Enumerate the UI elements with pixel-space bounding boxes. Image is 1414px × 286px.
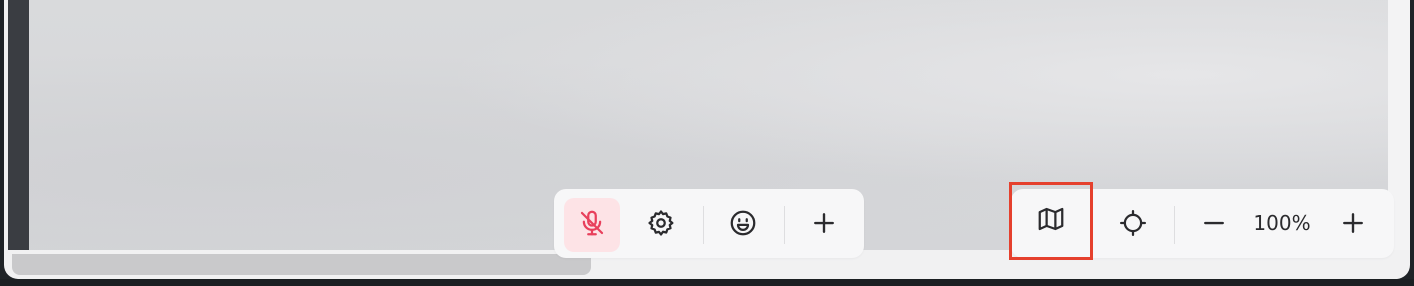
settings-button[interactable]	[633, 198, 689, 252]
left-rail	[8, 0, 29, 250]
toolbar-divider	[1174, 206, 1175, 244]
mute-microphone-button[interactable]	[564, 198, 620, 252]
map-toolbar: 100%	[1009, 182, 1394, 260]
toolbar-divider	[784, 206, 785, 244]
bottom-strip	[0, 279, 1414, 286]
crosshair-icon	[1118, 208, 1148, 243]
media-toolbar	[554, 189, 864, 258]
map-icon	[1036, 204, 1066, 239]
plus-icon	[809, 208, 839, 243]
zoom-in-button[interactable]	[1325, 198, 1381, 252]
emoji-button[interactable]	[715, 198, 771, 252]
gear-icon	[646, 208, 676, 243]
plus-icon	[1338, 208, 1368, 243]
map-button[interactable]	[1009, 182, 1093, 260]
mic-off-icon	[577, 208, 607, 243]
app-window: 100%	[0, 0, 1414, 286]
zoom-out-button[interactable]	[1186, 198, 1242, 252]
smiley-icon	[728, 208, 758, 243]
zoom-level: 100%	[1253, 211, 1311, 235]
toolbar-divider	[703, 206, 704, 244]
add-button[interactable]	[796, 198, 852, 252]
locate-button[interactable]	[1105, 198, 1161, 252]
horizontal-scrollbar[interactable]	[12, 254, 591, 275]
minus-icon	[1199, 208, 1229, 243]
